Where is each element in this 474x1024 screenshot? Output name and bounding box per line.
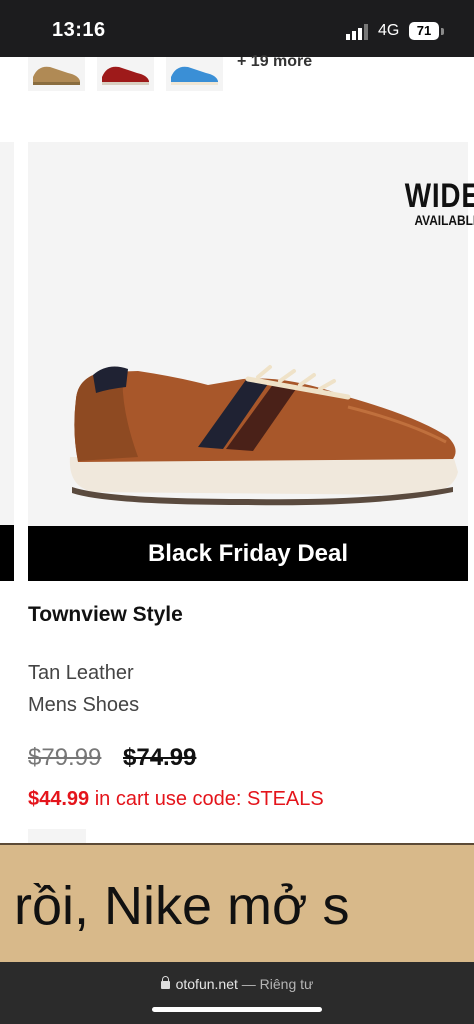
status-bar: 13:16 4G 71 bbox=[0, 0, 474, 57]
battery-tip bbox=[441, 28, 444, 35]
wide-available-badge: WIDE AVAILABLE bbox=[388, 177, 474, 228]
url-separator: — bbox=[237, 976, 260, 992]
shoe-illustration bbox=[69, 365, 458, 506]
shoe-thumbnail-icon bbox=[171, 66, 218, 85]
sale-price-line: $44.99 in cart use code: STEALS bbox=[28, 788, 324, 811]
color-swatch-red[interactable] bbox=[97, 57, 154, 91]
badge-wide-text: WIDE bbox=[404, 177, 474, 215]
product-image[interactable]: WIDE AVAILABLE bbox=[28, 142, 474, 526]
previous-product-card[interactable] bbox=[0, 142, 14, 581]
regular-price: $74.99 bbox=[123, 744, 197, 771]
status-time: 13:16 bbox=[52, 19, 106, 41]
color-swatch-blue[interactable] bbox=[166, 57, 223, 91]
signal-icon bbox=[346, 24, 368, 40]
private-label: Riêng tư bbox=[259, 976, 314, 992]
network-type: 4G bbox=[378, 22, 400, 39]
url-domain: otofun.net bbox=[175, 976, 238, 992]
sale-price: $44.99 bbox=[28, 788, 90, 810]
color-swatch-tan[interactable] bbox=[28, 57, 85, 91]
shoe-thumbnail-icon bbox=[33, 66, 80, 85]
caption-text: y rồi, Nike mở s bbox=[0, 876, 350, 936]
url-bar[interactable]: otofun.net — Riêng tư bbox=[0, 976, 474, 992]
battery-icon: 71 bbox=[409, 22, 439, 40]
home-indicator[interactable] bbox=[152, 1007, 322, 1012]
sale-code-text: in cart use code: STEALS bbox=[89, 788, 324, 810]
lock-icon bbox=[160, 976, 170, 989]
previous-deal-band bbox=[0, 525, 14, 581]
original-price: $79.99 bbox=[28, 744, 102, 771]
next-swatch-partial bbox=[28, 829, 86, 843]
product-title[interactable]: Townview Style bbox=[28, 603, 183, 627]
more-colors-link[interactable]: + 19 more bbox=[237, 53, 312, 71]
product-color: Tan Leather bbox=[28, 662, 134, 684]
black-friday-deal-banner: Black Friday Deal bbox=[28, 526, 468, 581]
shoe-thumbnail-icon bbox=[102, 66, 149, 85]
browser-bottom-bar: otofun.net — Riêng tư bbox=[0, 962, 474, 1024]
badge-available-text: AVAILABLE bbox=[414, 212, 474, 228]
product-category: Mens Shoes bbox=[28, 694, 140, 716]
caption-banner: y rồi, Nike mở s bbox=[0, 843, 474, 964]
